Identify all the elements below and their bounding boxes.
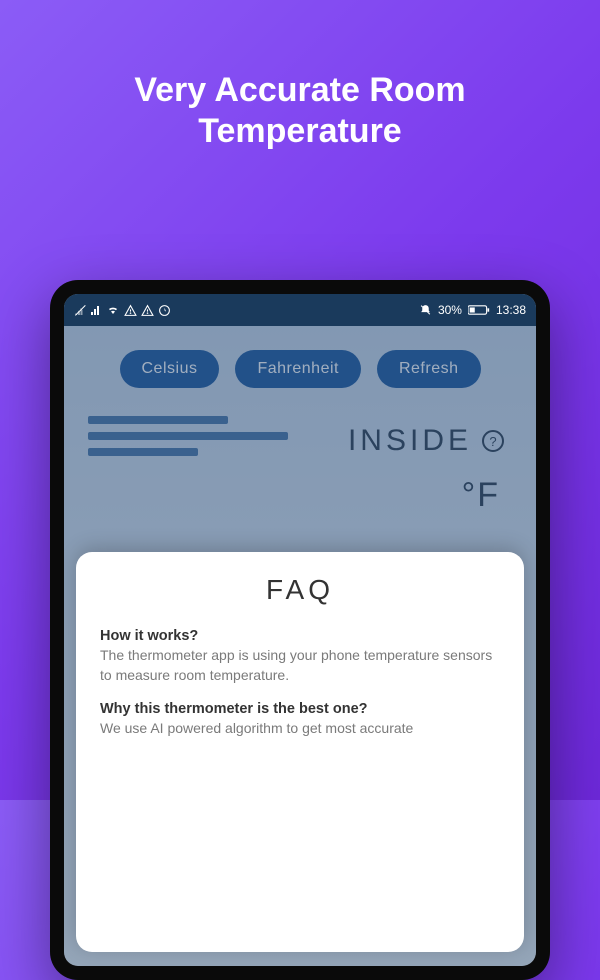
- main-content: INSIDE ? °F: [64, 406, 536, 525]
- unit-button-row: Celsius Fahrenheit Refresh: [64, 326, 536, 406]
- inside-label: INSIDE: [348, 424, 472, 458]
- inside-row: INSIDE ?: [88, 424, 512, 458]
- refresh-button[interactable]: Refresh: [377, 350, 481, 388]
- battery-percent: 30%: [438, 303, 462, 317]
- warning-icon: [124, 304, 137, 317]
- warning-icon-2: [141, 304, 154, 317]
- sync-icon: [158, 304, 171, 317]
- placeholder-line: [88, 416, 228, 424]
- faq-title: FAQ: [100, 574, 500, 606]
- promo-headline: Very Accurate RoomTemperature: [0, 0, 600, 152]
- help-icon[interactable]: ?: [482, 430, 504, 452]
- no-sim-icon: [74, 304, 86, 316]
- wifi-icon: [106, 304, 120, 316]
- clock-time: 13:38: [496, 303, 526, 317]
- signal-icon: [90, 304, 102, 316]
- faq-question-2: Why this thermometer is the best one?: [100, 701, 500, 717]
- faq-answer-1: The thermometer app is using your phone …: [100, 646, 500, 685]
- fahrenheit-button[interactable]: Fahrenheit: [235, 350, 361, 388]
- faq-question-1: How it works?: [100, 628, 500, 644]
- faq-answer-2: We use AI powered algorithm to get most …: [100, 719, 500, 739]
- faq-bottom-sheet[interactable]: FAQ How it works? The thermometer app is…: [76, 552, 524, 952]
- status-right: 30% 13:38: [419, 303, 526, 317]
- tablet-frame: 30% 13:38 Celsius Fahrenheit Refresh INS…: [50, 280, 550, 980]
- celsius-button[interactable]: Celsius: [120, 350, 220, 388]
- battery-icon: [468, 304, 490, 316]
- status-bar: 30% 13:38: [64, 294, 536, 326]
- mute-icon: [419, 304, 432, 317]
- status-left: [74, 304, 171, 317]
- temperature-unit: °F: [88, 476, 512, 515]
- tablet-screen: 30% 13:38 Celsius Fahrenheit Refresh INS…: [64, 294, 536, 966]
